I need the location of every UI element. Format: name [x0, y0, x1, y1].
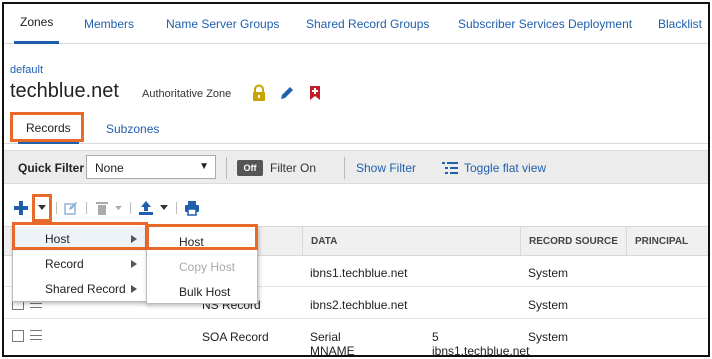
toolbar [4, 196, 708, 220]
row-menu-icon[interactable] [30, 330, 42, 340]
tab-subzones[interactable]: Subzones [106, 114, 159, 144]
tab-subscriber-services[interactable]: Subscriber Services Deployment [458, 4, 632, 44]
menu-item-label: Host [45, 232, 70, 246]
record-data: Serial [310, 330, 341, 344]
breadcrumb[interactable]: default [10, 64, 43, 76]
flat-view-icon [442, 162, 458, 174]
divider [86, 202, 87, 214]
lock-icon [253, 84, 265, 101]
quick-filter-label: Quick Filter [18, 161, 85, 175]
filter-bar: Quick Filter None ▼ Off Filter On Show F… [4, 150, 708, 184]
column-header-principal[interactable]: PRINCIPAL [626, 227, 708, 257]
column-header-record-source[interactable]: RECORD SOURCE [520, 227, 624, 257]
add-menu: Host Record Shared Record [12, 224, 148, 302]
menu-item-add-host[interactable]: Host [147, 230, 257, 254]
menu-item-copy-host: Copy Host [147, 255, 257, 279]
divider [130, 202, 131, 214]
bookmark-icon[interactable] [306, 84, 324, 102]
menu-item-label: Record [45, 257, 84, 271]
menu-item-record[interactable]: Record [13, 252, 147, 276]
top-tabs: Zones Members Name Server Groups Shared … [4, 4, 708, 44]
zone-type-label: Authoritative Zone [142, 88, 232, 100]
menu-item-label: Shared Record [45, 282, 126, 296]
sub-tabs: Records Subzones [4, 114, 708, 144]
print-button[interactable] [182, 196, 202, 220]
record-source: System [528, 330, 569, 344]
dropdown-icon [38, 205, 46, 210]
page-title: techblue.net [10, 80, 119, 102]
record-source: System [528, 266, 569, 280]
add-dropdown-button[interactable] [34, 196, 50, 220]
host-submenu: Host Copy Host Bulk Host [146, 226, 258, 304]
menu-item-label: Host [179, 235, 204, 249]
edit-icon [64, 202, 77, 215]
chevron-right-icon [131, 260, 137, 268]
export-icon [139, 201, 153, 215]
record-data-value: 5 [432, 330, 439, 344]
app-frame: Zones Members Name Server Groups Shared … [2, 2, 710, 357]
row-checkbox[interactable] [12, 330, 24, 342]
delete-dropdown-button[interactable] [112, 196, 124, 220]
add-icon [14, 201, 28, 215]
divider [56, 202, 57, 214]
menu-item-label: Bulk Host [179, 285, 231, 299]
filter-on-label: Filter On [270, 161, 317, 175]
toggle-flat-view-link[interactable]: Toggle flat view [464, 161, 546, 175]
tab-shared-record-groups[interactable]: Shared Record Groups [306, 4, 429, 44]
tab-zones[interactable]: Zones [14, 4, 60, 44]
tab-name-server-groups[interactable]: Name Server Groups [166, 4, 279, 44]
filter-toggle[interactable]: Off [237, 160, 263, 176]
quick-filter-value: None [95, 161, 124, 175]
delete-button[interactable] [94, 196, 110, 220]
export-button[interactable] [136, 196, 156, 220]
add-button[interactable] [12, 196, 30, 220]
menu-item-bulk-host[interactable]: Bulk Host [147, 280, 257, 304]
print-icon [185, 201, 199, 216]
caret-down-icon: ▼ [199, 161, 209, 172]
menu-item-host[interactable]: Host [13, 227, 147, 251]
quick-filter-select[interactable]: None ▼ [86, 155, 216, 179]
column-header-data[interactable]: DATA [302, 227, 518, 257]
chevron-right-icon [131, 235, 137, 243]
record-data: ibns2.techblue.net [310, 298, 408, 312]
chevron-right-icon [131, 285, 137, 293]
record-type: SOA Record [202, 330, 269, 344]
tab-members[interactable]: Members [84, 4, 134, 44]
divider [226, 157, 227, 179]
table-row[interactable]: SOA Record Serial MNAME 5 ibns1.techblue… [4, 320, 708, 357]
export-dropdown-button[interactable] [158, 196, 170, 220]
tab-blacklist[interactable]: Blacklist [658, 4, 702, 44]
divider [176, 202, 177, 214]
delete-icon [96, 202, 108, 215]
record-data-value-line2: ibns1.techblue.net [432, 344, 530, 357]
menu-item-label: Copy Host [179, 260, 236, 274]
record-source: System [528, 298, 569, 312]
divider [344, 157, 345, 179]
tab-records[interactable]: Records [18, 114, 79, 144]
dropdown-icon [114, 205, 122, 210]
record-data-line2: MNAME [310, 344, 355, 357]
record-data: ibns1.techblue.net [310, 266, 408, 280]
show-filter-link[interactable]: Show Filter [356, 161, 416, 175]
menu-item-shared-record[interactable]: Shared Record [13, 277, 147, 301]
dropdown-icon [160, 205, 168, 210]
edit-button[interactable] [62, 196, 80, 220]
edit-zone-icon[interactable] [278, 84, 296, 102]
